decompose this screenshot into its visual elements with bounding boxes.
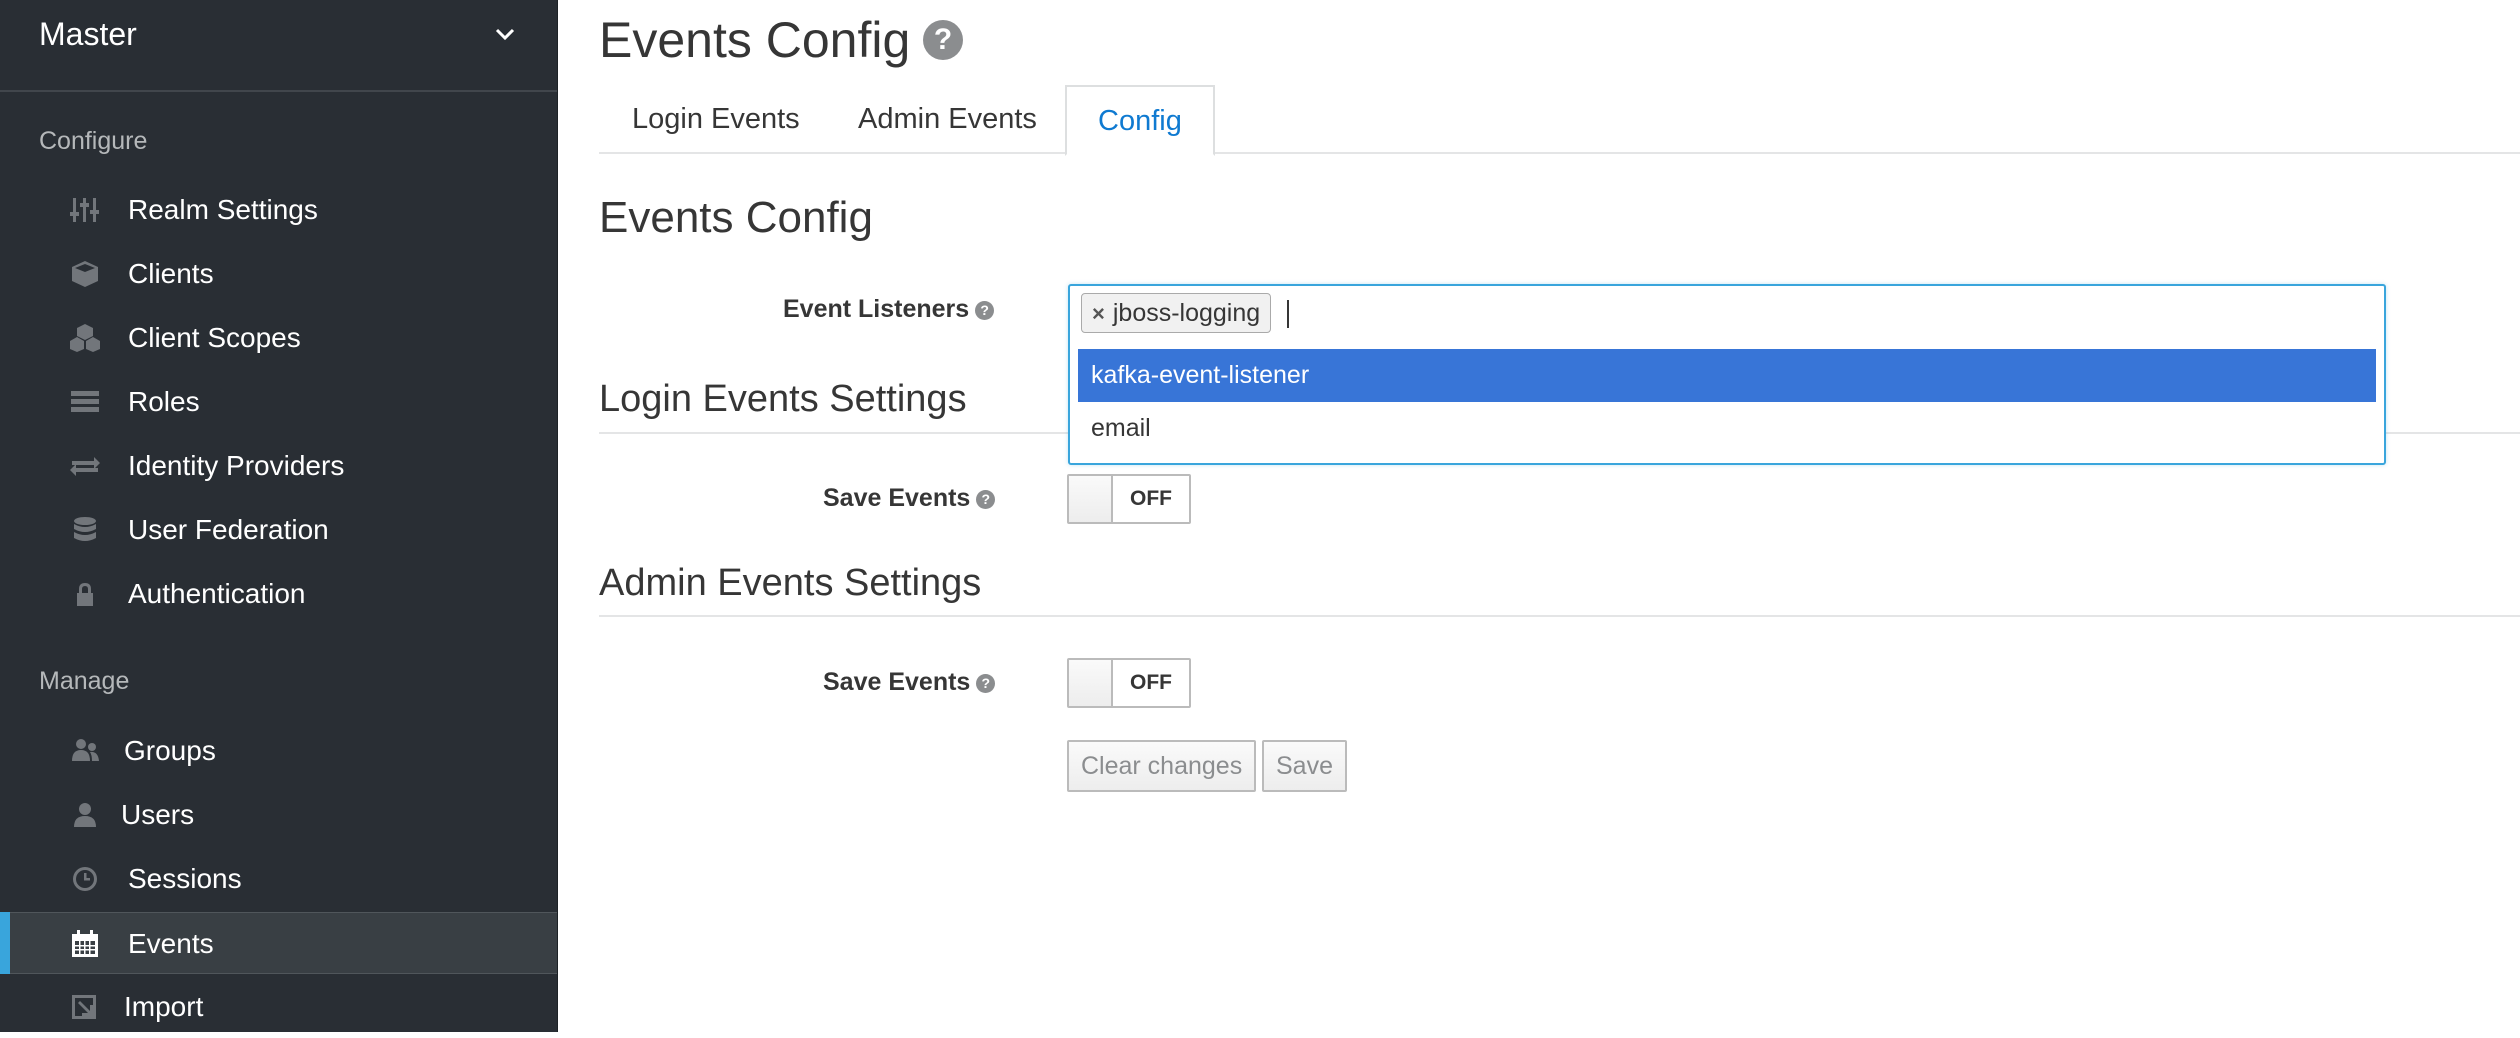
tab-config[interactable]: Config — [1065, 85, 1215, 156]
sidebar-item-authentication[interactable]: Authentication — [0, 563, 557, 625]
sidebar-item-label: Realm Settings — [128, 194, 318, 225]
manage-section-label: Manage — [39, 667, 130, 695]
sidebar-item-users[interactable]: Users — [0, 784, 557, 846]
toggle-knob — [1069, 476, 1113, 522]
section-title-login-events: Login Events Settings — [599, 378, 967, 420]
import-icon — [70, 993, 100, 1021]
exchange-icon — [70, 452, 100, 480]
section-title-events-config: Events Config — [599, 193, 873, 242]
sidebar-item-label: Client Scopes — [128, 322, 301, 353]
divider — [599, 615, 2520, 617]
users-icon — [70, 737, 100, 765]
toggle-state: OFF — [1130, 487, 1172, 510]
sidebar-item-import[interactable]: Import — [0, 976, 557, 1038]
toggle-state: OFF — [1130, 671, 1172, 694]
tab-login-events[interactable]: Login Events — [632, 85, 800, 154]
sidebar-item-label: Roles — [128, 386, 200, 417]
configure-section-label: Configure — [39, 127, 148, 155]
sidebar-item-clients[interactable]: Clients — [0, 243, 557, 305]
text-cursor[interactable] — [1287, 300, 1289, 328]
admin-save-events-label: Save Events? — [823, 668, 996, 697]
save-button[interactable]: Save — [1262, 740, 1347, 792]
cube-icon — [70, 260, 100, 288]
sidebar-item-sessions[interactable]: Sessions — [0, 848, 557, 910]
sidebar-item-label: Groups — [124, 735, 216, 766]
calendar-icon — [70, 930, 100, 958]
sidebar-item-user-federation[interactable]: User Federation — [0, 499, 557, 561]
clock-icon — [70, 865, 100, 893]
sidebar-item-client-scopes[interactable]: Client Scopes — [0, 307, 557, 369]
list-icon — [70, 388, 100, 416]
cubes-icon — [70, 324, 100, 352]
login-save-events-label: Save Events? — [823, 484, 996, 513]
tab-admin-events[interactable]: Admin Events — [858, 85, 1037, 154]
sidebar-item-label: Events — [128, 928, 214, 959]
section-title-admin-events: Admin Events Settings — [599, 562, 982, 604]
event-listeners-multiselect[interactable]: × jboss-logging kafka-event-listener emai… — [1068, 284, 2386, 465]
sidebar-item-label: Identity Providers — [128, 450, 345, 481]
sliders-icon — [70, 196, 100, 224]
remove-icon[interactable]: × — [1092, 301, 1105, 326]
admin-save-events-toggle[interactable]: OFF — [1067, 658, 1191, 708]
sidebar-item-label: Sessions — [128, 863, 242, 894]
sidebar-item-events[interactable]: Events — [0, 912, 557, 974]
listener-chip: × jboss-logging — [1081, 293, 1272, 333]
event-listeners-label: Event Listeners? — [783, 295, 995, 324]
chip-label: jboss-logging — [1112, 299, 1261, 327]
lock-icon — [70, 580, 100, 608]
chevron-down-icon — [495, 28, 515, 41]
sidebar-item-identity-providers[interactable]: Identity Providers — [0, 435, 557, 497]
question-circle-icon[interactable]: ? — [923, 20, 963, 60]
question-circle-icon[interactable]: ? — [976, 674, 996, 693]
realm-name: Master — [39, 16, 137, 52]
sidebar-item-label: Authentication — [128, 578, 306, 609]
page-title: Events Config — [599, 12, 911, 68]
sidebar-item-roles[interactable]: Roles — [0, 371, 557, 433]
dropdown-option[interactable]: kafka-event-listener — [1078, 349, 2376, 402]
toggle-knob — [1069, 660, 1113, 706]
sidebar: Master Configure Realm Settings Clients … — [0, 0, 558, 1032]
question-circle-icon[interactable]: ? — [976, 490, 996, 509]
dropdown-option[interactable]: email — [1078, 402, 2376, 455]
sidebar-item-groups[interactable]: Groups — [0, 720, 557, 782]
sidebar-item-realm-settings[interactable]: Realm Settings — [0, 179, 557, 241]
question-circle-icon[interactable]: ? — [975, 301, 995, 320]
sidebar-item-label: User Federation — [128, 514, 329, 545]
realm-selector[interactable]: Master — [0, 0, 557, 92]
sidebar-item-label: Import — [124, 991, 204, 1022]
database-icon — [70, 516, 100, 544]
login-save-events-toggle[interactable]: OFF — [1067, 474, 1191, 524]
clear-changes-button[interactable]: Clear changes — [1067, 740, 1257, 792]
tab-bar: Login Events Admin Events Config — [599, 85, 2520, 156]
user-icon — [70, 801, 100, 829]
sidebar-item-label: Clients — [128, 258, 214, 289]
sidebar-item-label: Users — [121, 799, 195, 830]
